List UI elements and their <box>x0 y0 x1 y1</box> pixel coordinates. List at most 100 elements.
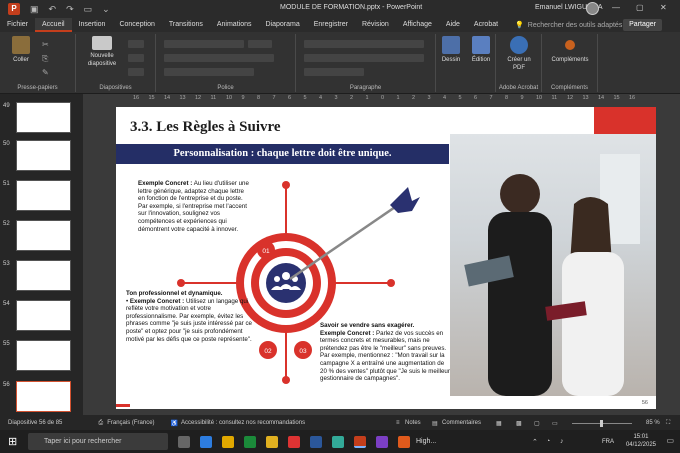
thumbnail-53[interactable]: 53 <box>3 260 71 291</box>
undo-icon[interactable]: ↶ <box>49 4 57 15</box>
notes-button[interactable]: Notes <box>405 420 421 426</box>
tab-insertion[interactable]: Insertion <box>72 18 113 32</box>
spellcheck-icon[interactable]: ⎙ <box>98 420 103 427</box>
zoom-slider-thumb[interactable] <box>600 420 603 427</box>
create-pdf-button[interactable]: Créer un PDF <box>504 36 534 72</box>
tab-revision[interactable]: Révision <box>355 18 396 32</box>
font-size-select[interactable] <box>248 40 272 48</box>
ruler-tick-label: 12 <box>195 95 202 101</box>
search-box[interactable]: 💡 Rechercher des outils adaptés <box>515 21 622 30</box>
customize-qat-icon[interactable]: ⌄ <box>102 4 110 15</box>
thumbnail-56[interactable]: 56 <box>3 381 71 412</box>
thumbnail-50[interactable]: 50 <box>3 140 71 171</box>
share-button[interactable]: Partager <box>623 19 662 31</box>
maximize-icon[interactable]: ▢ <box>636 3 644 12</box>
comments-icon[interactable]: ▤ <box>432 420 438 427</box>
tab-accueil[interactable]: Accueil <box>35 18 72 32</box>
slide-title[interactable]: 3.3. Les Règles à Suivre <box>130 119 281 136</box>
tab-animations[interactable]: Animations <box>210 18 259 32</box>
business-people-photo[interactable] <box>450 134 656 396</box>
close-icon[interactable]: ✕ <box>660 3 667 12</box>
align-buttons[interactable] <box>304 54 424 62</box>
notes-icon[interactable]: ≡ <box>396 420 400 426</box>
language-status[interactable]: Français (France) <box>107 420 154 426</box>
text-block-2[interactable]: Ton professionnel et dynamique. • Exempl… <box>126 290 254 343</box>
current-slide[interactable]: 3.3. Les Règles à Suivre Personnalisatio… <box>116 107 656 409</box>
network-icon[interactable]: ◔ <box>546 438 550 445</box>
volume-icon[interactable]: ♪ <box>560 438 564 445</box>
avatar[interactable] <box>586 2 599 15</box>
fit-slide-icon[interactable]: ⛶ <box>666 420 670 427</box>
reset-button[interactable] <box>128 54 144 62</box>
tab-transitions[interactable]: Transitions <box>162 18 210 32</box>
slideshow-icon[interactable]: ▭ <box>552 420 558 427</box>
section-button[interactable] <box>128 68 144 76</box>
acrobat-icon[interactable] <box>288 435 300 448</box>
save-icon[interactable]: ▣ <box>30 4 39 15</box>
zoom-level[interactable]: 85 % <box>646 420 660 426</box>
thumbnail-54[interactable]: 54 <box>3 300 71 331</box>
text-block-1[interactable]: Exemple Concret : Au lieu d'utiliser une… <box>138 180 250 233</box>
tab-fichier[interactable]: Fichier <box>0 18 35 32</box>
powerpoint-taskbar-icon[interactable] <box>354 435 366 448</box>
ruler-tick-label: 0 <box>381 95 385 101</box>
cut-icon[interactable]: ✂ <box>42 40 49 49</box>
font-style-buttons[interactable] <box>164 54 274 62</box>
weather-text[interactable]: High... <box>416 438 436 445</box>
paste-button[interactable]: Coller <box>8 36 34 64</box>
thumbnail-52[interactable]: 52 <box>3 220 71 251</box>
format-painter-icon[interactable]: ✎ <box>42 68 49 77</box>
draw-button[interactable]: Dessin <box>438 36 464 64</box>
tab-enregistrer[interactable]: Enregistrer <box>307 18 355 32</box>
word-icon[interactable] <box>310 435 322 448</box>
reading-view-icon[interactable]: ▢ <box>534 420 540 427</box>
tab-affichage[interactable]: Affichage <box>396 18 439 32</box>
tab-conception[interactable]: Conception <box>112 18 161 32</box>
slide-thumbnails-pane[interactable]: 49 50 51 52 53 54 55 56 <box>0 94 82 416</box>
copy-icon[interactable]: ⎘ <box>42 54 48 64</box>
text-block-3[interactable]: Savoir se vendre sans exagérer. Exemple … <box>320 322 450 383</box>
thumb-number: 49 <box>3 103 10 109</box>
thumbnail-55[interactable]: 55 <box>3 340 71 371</box>
task-view-icon[interactable] <box>178 435 190 448</box>
excel-icon[interactable] <box>244 435 256 448</box>
new-slide-button[interactable]: Nouvelle diapositive <box>84 36 120 68</box>
tab-aide[interactable]: Aide <box>439 18 467 32</box>
clock[interactable]: 15:01 04/12/2025 <box>626 433 656 449</box>
accessibility-status[interactable]: Accessibilité : consultez nos recommanda… <box>181 420 305 426</box>
weather-icon[interactable] <box>398 435 410 448</box>
slide-banner[interactable]: Personnalisation : chaque lettre doit êt… <box>116 144 449 164</box>
input-language[interactable]: FRA <box>602 439 614 445</box>
comments-button[interactable]: Commentaires <box>442 420 481 426</box>
group-font-label: Police <box>217 85 234 91</box>
thumb-number: 54 <box>3 301 10 307</box>
thumbnail-49[interactable]: 49 <box>3 102 71 133</box>
tab-diaporama[interactable]: Diaporama <box>259 18 307 32</box>
teams-icon[interactable] <box>376 435 388 448</box>
tab-acrobat[interactable]: Acrobat <box>467 18 505 32</box>
font-family-select[interactable] <box>164 40 244 48</box>
file-explorer-icon[interactable] <box>266 435 278 448</box>
ruler-tick-label: 4 <box>319 95 323 101</box>
taskbar-search[interactable]: Taper ici pour rechercher <box>28 433 168 450</box>
direction-buttons[interactable] <box>304 68 364 76</box>
slide-sorter-icon[interactable]: ▩ <box>516 420 522 427</box>
ribbon-tabs: Fichier Accueil Insertion Conception Tra… <box>0 18 680 32</box>
ruler-tick-label: 12 <box>567 95 574 101</box>
addins-button[interactable]: Compléments <box>546 36 594 64</box>
edge-icon[interactable] <box>200 435 212 448</box>
thumbnail-51[interactable]: 51 <box>3 180 71 211</box>
notifications-icon[interactable]: ▭ <box>666 436 674 445</box>
edit-button[interactable]: Édition <box>468 36 494 64</box>
redo-icon[interactable]: ↷ <box>66 4 74 15</box>
chrome-icon[interactable] <box>222 435 234 448</box>
font-color-buttons[interactable] <box>164 68 254 76</box>
minimize-icon[interactable]: — <box>612 3 620 12</box>
layout-button[interactable] <box>128 40 144 48</box>
windows-start-icon[interactable]: ⊞ <box>8 435 17 448</box>
list-buttons[interactable] <box>304 40 424 48</box>
normal-view-icon[interactable]: ▦ <box>496 420 502 427</box>
whatsapp-icon[interactable] <box>332 435 344 448</box>
present-icon[interactable]: ▭ <box>84 4 93 15</box>
tray-chevron-icon[interactable]: ⌃ <box>532 438 538 446</box>
